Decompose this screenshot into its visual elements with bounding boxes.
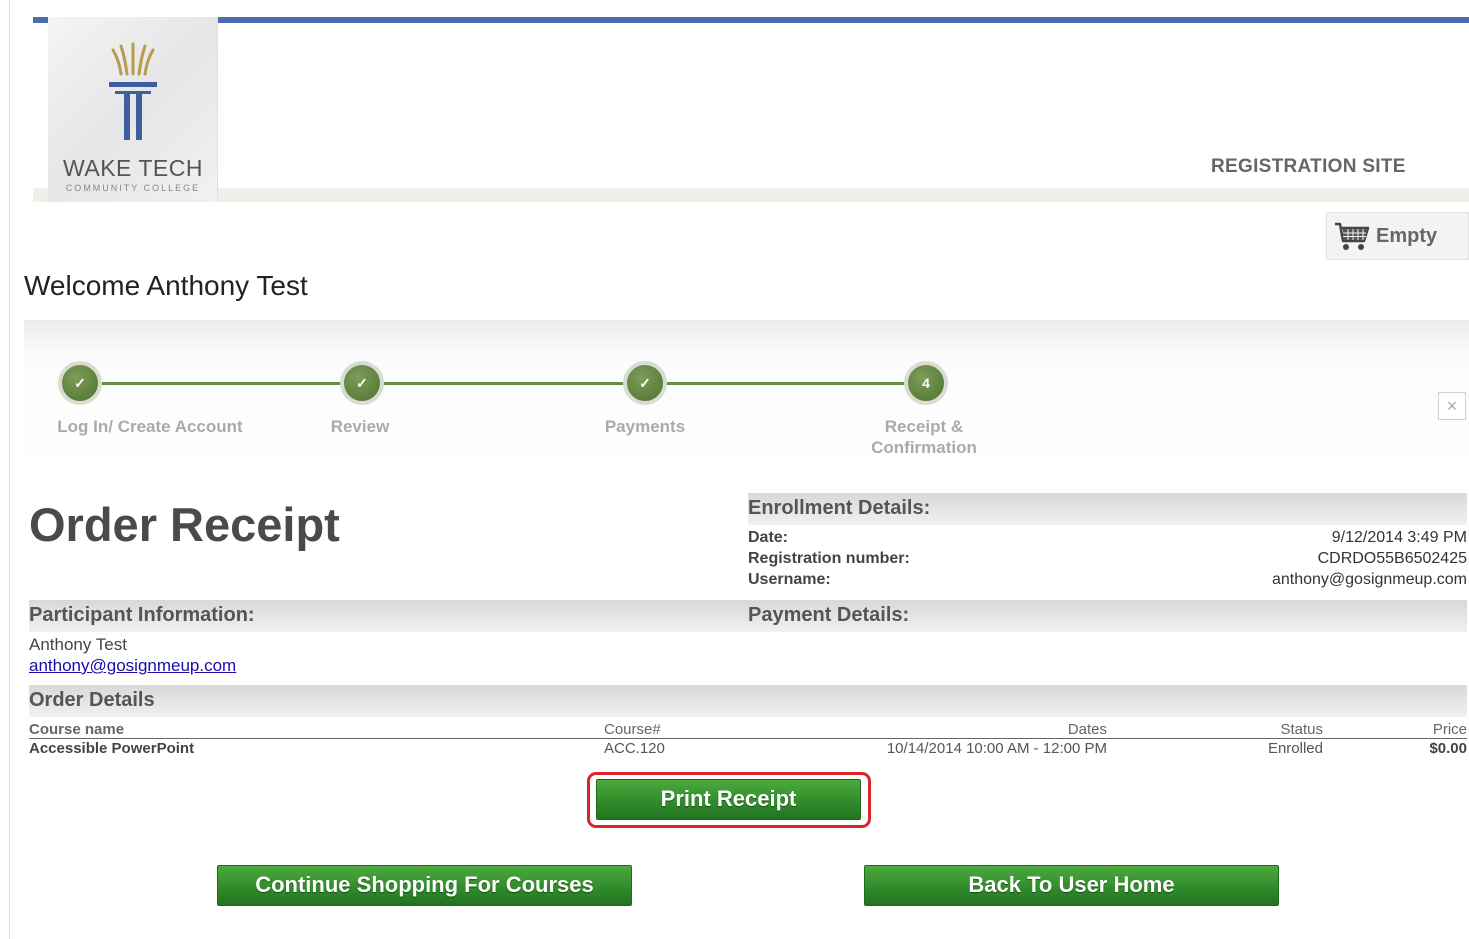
step-4-label-line2: Confirmation bbox=[871, 438, 977, 457]
site-label: REGISTRATION SITE bbox=[1211, 156, 1406, 177]
step-2-label: Review bbox=[330, 417, 390, 436]
back-to-user-home-button[interactable]: Back To User Home bbox=[864, 865, 1279, 906]
welcome-message: Welcome Anthony Test bbox=[24, 270, 308, 301]
continue-shopping-button[interactable]: Continue Shopping For Courses bbox=[217, 865, 632, 906]
order-details-heading: Order Details bbox=[29, 689, 155, 711]
cell-course-number: ACC.120 bbox=[604, 740, 665, 757]
payment-heading: Payment Details: bbox=[748, 604, 910, 626]
checkout-progress-panel bbox=[24, 320, 1469, 470]
step-4-number: 4 bbox=[904, 361, 948, 405]
step-3-label: Payments bbox=[604, 417, 686, 436]
username-value: anthony@gosignmeup.com bbox=[1271, 571, 1467, 588]
cart-button[interactable]: Empty bbox=[1326, 212, 1469, 260]
logo-wordmark: WAKE TECH bbox=[63, 155, 203, 181]
registration-number-value: CDRDO55B6502425 bbox=[1317, 550, 1467, 567]
close-icon[interactable]: × bbox=[1438, 392, 1466, 420]
shopping-cart-icon bbox=[1335, 222, 1370, 250]
date-value: 9/12/2014 3:49 PM bbox=[1331, 529, 1467, 546]
step-4-label-line1: Receipt & bbox=[884, 417, 964, 436]
participant-email-link[interactable]: anthony@gosignmeup.com bbox=[29, 656, 236, 676]
header-bottom-strip bbox=[33, 188, 1469, 202]
torch-logo-icon bbox=[109, 42, 157, 140]
enrollment-heading: Enrollment Details: bbox=[748, 497, 931, 519]
registration-number-label: Registration number: bbox=[748, 550, 910, 567]
participant-name: Anthony Test bbox=[29, 635, 127, 654]
print-receipt-button[interactable]: Print Receipt bbox=[596, 779, 861, 820]
step-1-label: Log In/ Create Account bbox=[57, 417, 243, 436]
cell-status: Enrolled bbox=[1267, 740, 1323, 757]
page-left-border bbox=[9, 0, 10, 939]
date-label: Date: bbox=[748, 529, 789, 546]
col-header-price: Price bbox=[1432, 721, 1467, 738]
progress-track bbox=[78, 382, 926, 385]
logo-subtitle: COMMUNITY COLLEGE bbox=[65, 183, 201, 193]
step-3-check-icon: ✓ bbox=[623, 361, 667, 405]
col-header-course-name: Course name bbox=[29, 721, 125, 738]
page-title: Order Receipt bbox=[29, 498, 340, 551]
cart-status-label: Empty bbox=[1376, 225, 1438, 247]
college-logo[interactable]: WAKE TECH COMMUNITY COLLEGE bbox=[48, 17, 218, 202]
cell-course-name: Accessible PowerPoint bbox=[29, 740, 195, 757]
step-2-check-icon: ✓ bbox=[340, 361, 384, 405]
step-1-check-icon: ✓ bbox=[58, 361, 102, 405]
cell-dates: 10/14/2014 10:00 AM - 12:00 PM bbox=[886, 740, 1107, 757]
col-header-dates: Dates bbox=[1067, 721, 1107, 738]
order-details-heading-band bbox=[29, 685, 1467, 717]
username-label: Username: bbox=[748, 571, 831, 588]
col-header-course-number: Course# bbox=[604, 721, 661, 738]
table-header-divider bbox=[29, 738, 1467, 739]
cell-price: $0.00 bbox=[1429, 740, 1467, 757]
participant-heading: Participant Information: bbox=[29, 604, 255, 626]
step-4-label: Receipt & Confirmation bbox=[854, 416, 994, 458]
col-header-status: Status bbox=[1280, 721, 1323, 738]
